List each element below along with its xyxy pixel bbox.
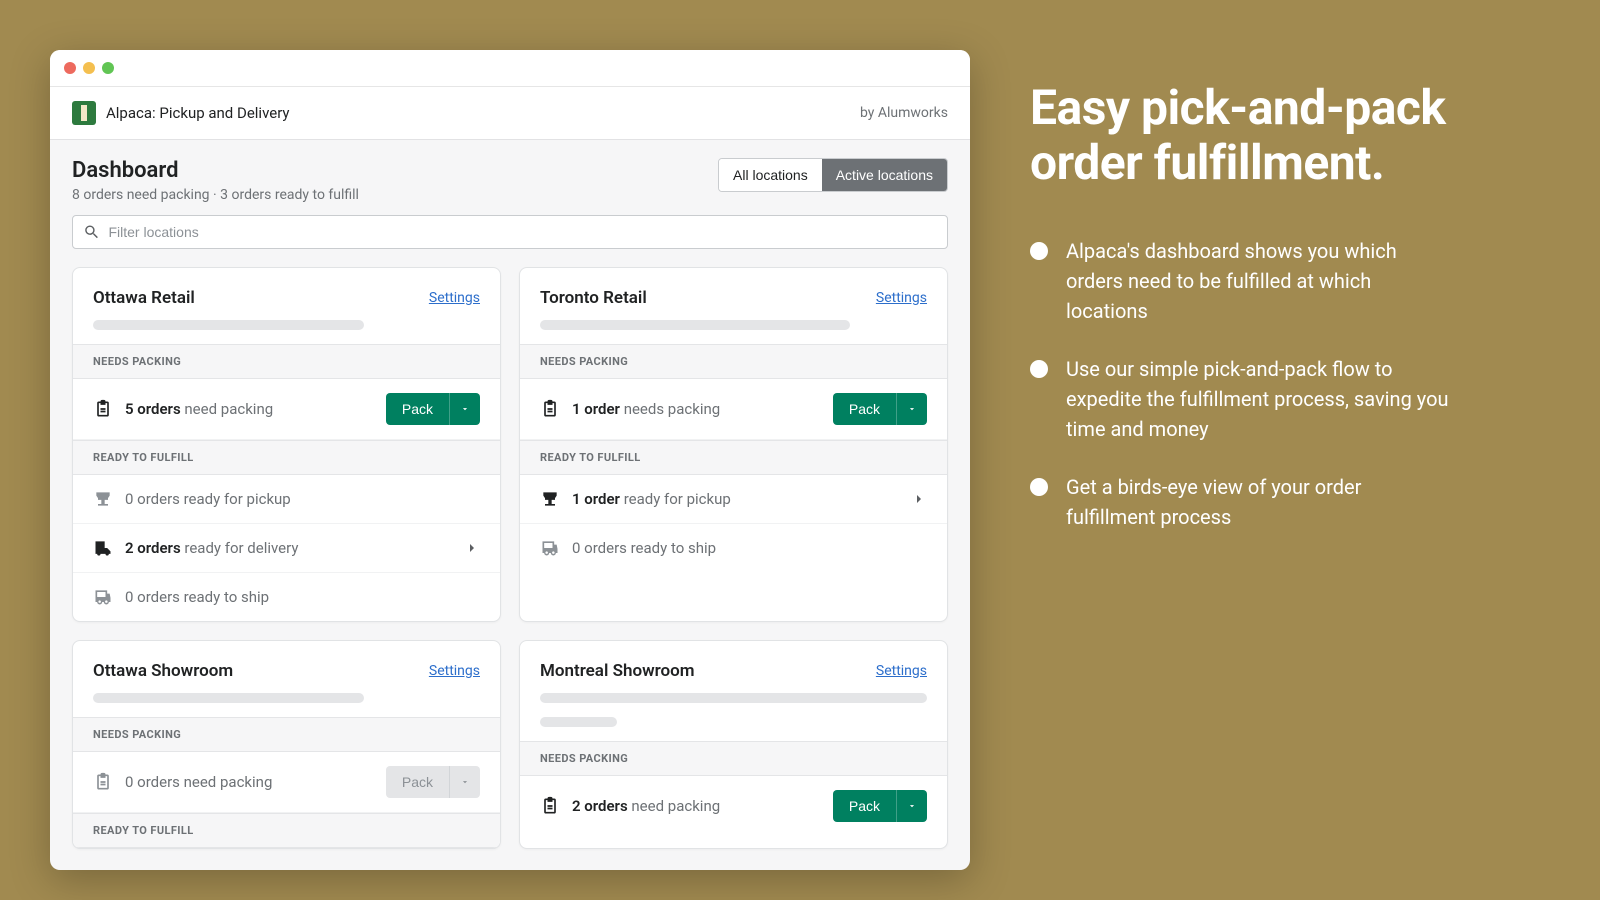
store-icon [540,489,560,509]
promo-bullet: Get a birds-eye view of your order fulfi… [1030,472,1450,532]
search-icon [83,223,100,241]
section-needs-packing: NEEDS PACKING [520,741,947,776]
promo-bullet: Alpaca's dashboard shows you which order… [1030,236,1450,326]
skeleton-bar [73,693,500,717]
pack-text: 0 orders need packing [125,773,374,791]
pack-text: 2 orders need packing [572,797,821,815]
app-title: Alpaca: Pickup and Delivery [106,104,290,122]
search-input[interactable] [108,224,937,240]
section-needs-packing: NEEDS PACKING [520,344,947,379]
seg-active-locations[interactable]: Active locations [822,159,947,191]
fulfill-row: 0 orders ready to ship [520,524,947,572]
pack-button[interactable]: Pack [833,393,896,425]
truck-icon [93,538,113,558]
pack-dropdown-button[interactable] [896,790,927,822]
window-controls [50,50,970,87]
fulfill-text: 2 orders ready for delivery [125,539,452,557]
fulfill-row: 0 orders ready for pickup [73,475,500,524]
section-ready-to-fulfill: READY TO FULFILL [73,813,500,848]
ship-icon [540,538,560,558]
app-window: Alpaca: Pickup and Delivery by Alumworks… [50,50,970,870]
settings-link[interactable]: Settings [876,290,927,306]
location-name: Montreal Showroom [540,661,695,681]
section-ready-to-fulfill: READY TO FULFILL [520,440,947,475]
clipboard-icon [93,772,113,792]
clipboard-icon [540,399,560,419]
section-needs-packing: NEEDS PACKING [73,717,500,752]
settings-link[interactable]: Settings [876,663,927,679]
pack-dropdown-button [449,766,480,798]
fulfill-text: 0 orders ready to ship [125,588,480,606]
pack-row: 1 order needs packing Pack [520,379,947,440]
fulfill-row[interactable]: 1 order ready for pickup [520,475,947,524]
clipboard-icon [93,399,113,419]
seg-all-locations[interactable]: All locations [719,159,822,191]
fulfill-text: 1 order ready for pickup [572,490,899,508]
fulfill-row[interactable]: 2 orders ready for delivery [73,524,500,573]
location-filter-segment: All locations Active locations [718,158,948,192]
clipboard-icon [540,796,560,816]
bullet-icon [1030,360,1048,378]
location-name: Ottawa Showroom [93,661,233,681]
bullet-text: Alpaca's dashboard shows you which order… [1066,236,1450,326]
location-name: Toronto Retail [540,288,647,308]
minimize-icon[interactable] [83,62,95,74]
bullet-text: Use our simple pick-and-pack flow to exp… [1066,354,1450,444]
fulfill-text: 0 orders ready for pickup [125,490,480,508]
skeleton-bar [520,693,947,741]
skeleton-bar [520,320,947,344]
promo-panel: Easy pick-and-pack order fulfillment. Al… [1030,80,1450,560]
pack-row: 0 orders need packing Pack [73,752,500,813]
promo-bullet: Use our simple pick-and-pack flow to exp… [1030,354,1450,444]
app-byline: by Alumworks [860,105,948,121]
caret-down-icon [907,801,917,811]
app-logo-icon [72,101,96,125]
caret-down-icon [907,404,917,414]
caret-down-icon [460,404,470,414]
pack-text: 5 orders need packing [125,400,374,418]
page-title: Dashboard [72,158,359,183]
pack-button: Pack [386,766,449,798]
settings-link[interactable]: Settings [429,663,480,679]
pack-text: 1 order needs packing [572,400,821,418]
location-card: Toronto RetailSettingsNEEDS PACKING1 ord… [519,267,948,622]
section-needs-packing: NEEDS PACKING [73,344,500,379]
close-icon[interactable] [64,62,76,74]
pack-dropdown-button[interactable] [449,393,480,425]
pack-row: 2 orders need packing Pack [520,776,947,836]
maximize-icon[interactable] [102,62,114,74]
skeleton-bar [73,320,500,344]
pack-button[interactable]: Pack [833,790,896,822]
bullet-icon [1030,478,1048,496]
search-field[interactable] [72,215,948,249]
location-card: Ottawa RetailSettingsNEEDS PACKING5 orde… [72,267,501,622]
dashboard-subtitle: 8 orders need packing · 3 orders ready t… [72,187,359,203]
location-name: Ottawa Retail [93,288,195,308]
bullet-icon [1030,242,1048,260]
pack-button[interactable]: Pack [386,393,449,425]
promo-headline: Easy pick-and-pack order fulfillment. [1030,80,1450,190]
settings-link[interactable]: Settings [429,290,480,306]
pack-row: 5 orders need packing Pack [73,379,500,440]
ship-icon [93,587,113,607]
chevron-right-icon [911,491,927,507]
pack-dropdown-button[interactable] [896,393,927,425]
fulfill-row: 0 orders ready to ship [73,573,500,621]
section-ready-to-fulfill: READY TO FULFILL [73,440,500,475]
store-icon [93,489,113,509]
app-header: Alpaca: Pickup and Delivery by Alumworks [50,87,970,140]
chevron-right-icon [464,540,480,556]
fulfill-text: 0 orders ready to ship [572,539,927,557]
location-card: Ottawa ShowroomSettingsNEEDS PACKING0 or… [72,640,501,849]
bullet-text: Get a birds-eye view of your order fulfi… [1066,472,1450,532]
location-card: Montreal ShowroomSettingsNEEDS PACKING2 … [519,640,948,849]
caret-down-icon [460,777,470,787]
